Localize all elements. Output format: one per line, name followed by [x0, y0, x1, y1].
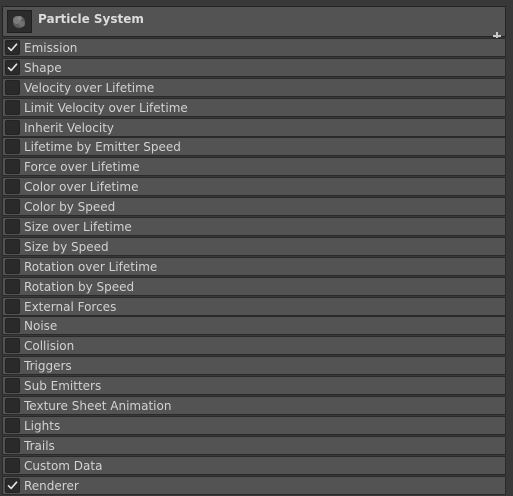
module-row-shape[interactable]: Shape	[2, 57, 506, 77]
module-row-sub-emitters[interactable]: Sub Emitters	[2, 376, 506, 396]
module-row-size-over-lifetime[interactable]: Size over Lifetime	[2, 217, 506, 237]
module-row-lifetime-by-emitter-speed[interactable]: Lifetime by Emitter Speed	[2, 137, 506, 157]
module-label: Size by Speed	[24, 239, 109, 254]
module-label: Force over Lifetime	[24, 160, 140, 175]
module-row-texture-sheet-animation[interactable]: Texture Sheet Animation	[2, 396, 506, 416]
module-checkbox-custom-data[interactable]	[5, 457, 20, 473]
module-checkbox-color-over-lifetime[interactable]	[5, 179, 20, 195]
checkmark-icon	[7, 480, 18, 489]
module-row-custom-data[interactable]: Custom Data	[2, 455, 506, 475]
module-label: Triggers	[24, 359, 72, 374]
module-checkbox-renderer[interactable]	[5, 477, 20, 493]
particle-system-inspector: Particle System Emission Shape Velocity ov…	[0, 0, 513, 496]
module-checkbox-rotation-by-speed[interactable]	[5, 278, 20, 294]
module-row-trails[interactable]: Trails	[2, 435, 506, 455]
module-label: Rotation over Lifetime	[24, 259, 158, 274]
module-label: Inherit Velocity	[24, 120, 114, 135]
module-label: Shape	[24, 60, 62, 75]
module-label: Lifetime by Emitter Speed	[24, 140, 181, 155]
checkmark-icon	[7, 43, 18, 52]
module-label: Trails	[24, 438, 55, 453]
module-checkbox-rotation-over-lifetime[interactable]	[5, 258, 20, 274]
module-checkbox-collision[interactable]	[5, 338, 20, 354]
module-checkbox-limit-velocity-over-lifetime[interactable]	[5, 99, 20, 115]
module-row-external-forces[interactable]: External Forces	[2, 296, 506, 316]
module-row-triggers[interactable]: Triggers	[2, 356, 506, 376]
module-row-color-over-lifetime[interactable]: Color over Lifetime	[2, 177, 506, 197]
page-title: Particle System	[38, 12, 144, 26]
module-label: Rotation by Speed	[24, 279, 135, 294]
module-checkbox-color-by-speed[interactable]	[5, 199, 20, 215]
particle-system-preview-icon	[7, 10, 32, 33]
module-checkbox-noise[interactable]	[5, 318, 20, 334]
module-label: External Forces	[24, 299, 117, 314]
module-label: Renderer	[24, 478, 79, 493]
module-row-lights[interactable]: Lights	[2, 415, 506, 435]
module-row-limit-velocity-over-lifetime[interactable]: Limit Velocity over Lifetime	[2, 97, 506, 117]
module-row-inherit-velocity[interactable]: Inherit Velocity	[2, 117, 506, 137]
module-label: Custom Data	[24, 458, 103, 473]
module-checkbox-lights[interactable]	[5, 417, 20, 433]
module-label: Color over Lifetime	[24, 180, 139, 195]
module-row-renderer[interactable]: Renderer	[2, 475, 506, 495]
module-checkbox-velocity-over-lifetime[interactable]	[5, 79, 20, 95]
module-label: Texture Sheet Animation	[24, 399, 172, 414]
module-checkbox-sub-emitters[interactable]	[5, 378, 20, 394]
module-checkbox-trails[interactable]	[5, 437, 20, 453]
module-label: Size over Lifetime	[24, 220, 132, 235]
module-checkbox-force-over-lifetime[interactable]	[5, 159, 20, 175]
plus-icon[interactable]	[493, 25, 501, 40]
module-label: Sub Emitters	[24, 379, 102, 394]
module-row-force-over-lifetime[interactable]: Force over Lifetime	[2, 157, 506, 177]
module-checkbox-lifetime-by-emitter-speed[interactable]	[5, 139, 20, 155]
module-checkbox-emission[interactable]	[5, 40, 20, 55]
module-row-rotation-by-speed[interactable]: Rotation by Speed	[2, 276, 506, 296]
module-label: Noise	[24, 319, 58, 334]
module-row-rotation-over-lifetime[interactable]: Rotation over Lifetime	[2, 256, 506, 276]
module-label: Color by Speed	[24, 200, 116, 215]
module-label: Limit Velocity over Lifetime	[24, 100, 188, 115]
module-row-noise[interactable]: Noise	[2, 316, 506, 336]
module-label: Collision	[24, 339, 75, 354]
checkmark-icon	[7, 63, 18, 72]
module-checkbox-size-by-speed[interactable]	[5, 238, 20, 254]
module-checkbox-size-over-lifetime[interactable]	[5, 219, 20, 235]
module-row-emission[interactable]: Emission	[2, 38, 506, 57]
module-checkbox-external-forces[interactable]	[5, 298, 20, 314]
module-row-collision[interactable]: Collision	[2, 336, 506, 356]
particle-system-header[interactable]: Particle System	[2, 6, 506, 40]
module-label: Emission	[24, 41, 78, 55]
module-row-color-by-speed[interactable]: Color by Speed	[2, 197, 506, 217]
module-label: Lights	[24, 418, 61, 433]
module-row-velocity-over-lifetime[interactable]: Velocity over Lifetime	[2, 77, 506, 97]
module-checkbox-shape[interactable]	[5, 59, 20, 75]
module-row-size-by-speed[interactable]: Size by Speed	[2, 236, 506, 256]
module-label: Velocity over Lifetime	[24, 80, 155, 95]
module-list: Emission Shape Velocity over Lifetime Limit…	[2, 38, 506, 495]
module-checkbox-triggers[interactable]	[5, 358, 20, 374]
module-checkbox-inherit-velocity[interactable]	[5, 119, 20, 135]
module-checkbox-texture-sheet-animation[interactable]	[5, 398, 20, 414]
